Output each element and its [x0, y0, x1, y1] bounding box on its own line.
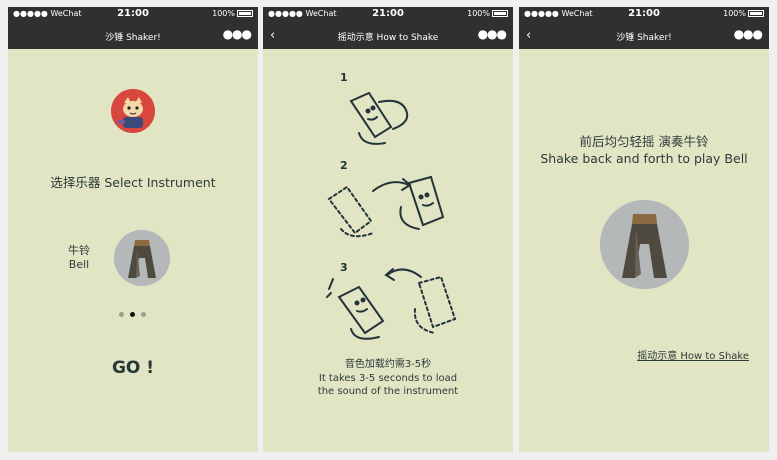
- step-number-3: 3: [340, 261, 348, 274]
- how-to-shake-screen: ●●●●● WeChat 21:00 100% ‹ 摇动示意 How to Sh…: [263, 7, 513, 452]
- more-dots-icon[interactable]: ●●●: [734, 27, 763, 41]
- battery-percent: 100%: [212, 9, 235, 18]
- how-to-shake-link[interactable]: 摇动示意 How to Shake: [637, 347, 749, 362]
- loading-hint-zh: 音色加载约需3-5秒: [344, 359, 432, 370]
- nav-bar: ‹ 沙锤 Shaker! ●●●: [519, 22, 769, 49]
- status-bar: ●●●●● WeChat 21:00 100%: [263, 7, 513, 22]
- shaker-ghost-icon: [417, 275, 457, 329]
- bell-image: [600, 200, 689, 289]
- select-instrument-label: 选择乐器 Select Instrument: [50, 175, 216, 190]
- page-title: 沙锤 Shaker!: [616, 33, 672, 43]
- page-indicator[interactable]: [119, 312, 146, 317]
- page-title: 摇动示意 How to Shake: [337, 33, 439, 43]
- shaker-icon: [337, 285, 385, 335]
- instrument-name: 牛铃 Bell: [68, 244, 90, 272]
- more-dots-icon[interactable]: ●●●: [478, 27, 507, 41]
- shaker-ghost-icon: [327, 185, 373, 235]
- battery-icon: [492, 10, 508, 17]
- bell-icon: [114, 230, 170, 286]
- nav-bar: 沙锤 Shaker! ●●●: [8, 22, 258, 49]
- instrument-bell-image[interactable]: [114, 230, 170, 286]
- loading-hint: 音色加载约需3-5秒 It takes 3-5 seconds to load …: [263, 358, 513, 399]
- go-button[interactable]: GO !: [8, 358, 258, 378]
- sound-note-icon: [326, 278, 334, 298]
- more-dots-icon[interactable]: ●●●: [223, 27, 252, 41]
- shaker-steps-illustration: 1 2 3: [326, 71, 457, 340]
- instrument-name-en: Bell: [68, 258, 90, 271]
- page-dot-active[interactable]: [130, 312, 135, 317]
- play-instrument-screen: ●●●●● WeChat 21:00 100% ‹ 沙锤 Shaker! ●●●…: [519, 7, 769, 452]
- loading-hint-en-line2: the sound of the instrument: [317, 386, 459, 397]
- avatar[interactable]: [111, 89, 155, 133]
- battery-icon: [748, 10, 764, 17]
- loading-hint-en-line1: It takes 3-5 seconds to load: [318, 372, 458, 384]
- shaker-icon: [407, 175, 445, 227]
- nav-bar: ‹ 摇动示意 How to Shake ●●●: [263, 22, 513, 49]
- page-dot[interactable]: [141, 312, 146, 317]
- shaker-icon: [349, 91, 393, 139]
- page-dot[interactable]: [119, 312, 124, 317]
- step-number-1: 1: [340, 71, 348, 84]
- instrument-name-zh: 牛铃: [68, 244, 90, 257]
- status-bar: ●●●●● WeChat 21:00 100%: [519, 7, 769, 22]
- page-title: 沙锤 Shaker!: [105, 33, 161, 43]
- battery-percent: 100%: [467, 9, 490, 18]
- cat-logo-icon: [111, 89, 155, 133]
- shake-instruction-en: Shake back and forth to play Bell: [540, 151, 748, 166]
- step-number-2: 2: [340, 159, 348, 172]
- status-bar: ●●●●● WeChat 21:00 100%: [8, 7, 258, 22]
- battery-icon: [237, 10, 253, 17]
- battery-percent: 100%: [723, 9, 746, 18]
- bell-icon: [600, 200, 689, 289]
- shake-instruction: 前后均匀轻摇 演奏牛铃 Shake back and forth to play…: [519, 133, 769, 167]
- select-instrument-screen: ●●●●● WeChat 21:00 100% 沙锤 Shaker! ●●● 选…: [8, 7, 258, 452]
- shake-instruction-zh: 前后均匀轻摇 演奏牛铃: [579, 134, 709, 149]
